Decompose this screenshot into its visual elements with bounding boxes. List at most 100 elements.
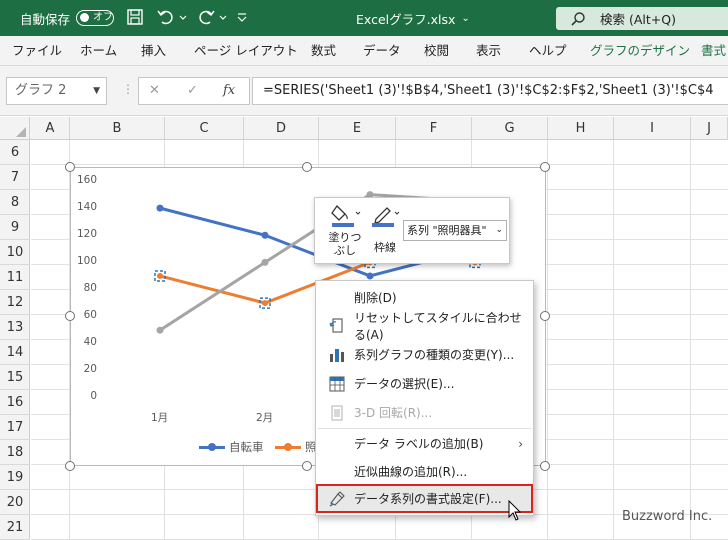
paint-bucket-icon	[331, 204, 361, 227]
data-point[interactable]	[366, 272, 374, 280]
data-point[interactable]	[262, 300, 268, 307]
col-header-e[interactable]: E	[319, 117, 396, 140]
outline-button[interactable]: 枠線	[367, 202, 403, 254]
row-header[interactable]: 21	[0, 515, 30, 540]
reset-style-icon	[329, 318, 343, 333]
menu-item-add-data-labels[interactable]: データ ラベルの追加(B) ›	[316, 429, 533, 458]
row-header[interactable]: 10	[0, 240, 30, 265]
menu-item-reset-style[interactable]: リセットしてスタイルに合わせる(A)	[316, 311, 533, 342]
resize-handle[interactable]	[65, 311, 75, 321]
watermark: Buzzword Inc.	[622, 509, 713, 524]
row-header[interactable]: 19	[0, 465, 30, 490]
col-header-c[interactable]: C	[165, 117, 244, 140]
row-header[interactable]: 15	[0, 365, 30, 390]
tab-review[interactable]: 校閲	[424, 36, 449, 66]
data-point[interactable]	[156, 326, 164, 334]
resize-handle[interactable]	[302, 461, 312, 471]
undo-icon[interactable]	[156, 8, 176, 26]
rotate-3d-icon	[331, 405, 343, 421]
file-name[interactable]: Excelグラフ.xlsx ⌄	[356, 0, 470, 36]
row-headers: 6 7 8 9 10 11 12 13 14 15 16 17 18 19 20…	[0, 140, 30, 540]
search-placeholder: 検索 (Alt+Q)	[600, 12, 676, 27]
col-header-g[interactable]: G	[472, 117, 548, 140]
resize-handle[interactable]	[540, 162, 550, 172]
mini-toolbar: 塗りつ ぶし 枠線 系列 "照明器具" ⌄	[314, 197, 510, 264]
legend-entry[interactable]: 照	[275, 439, 317, 455]
col-header-d[interactable]: D	[244, 117, 319, 140]
row-header[interactable]: 17	[0, 415, 30, 440]
select-all-button[interactable]	[0, 117, 30, 140]
tab-formulas[interactable]: 数式	[311, 36, 336, 66]
row-header[interactable]: 8	[0, 190, 30, 215]
tab-insert[interactable]: 挿入	[141, 36, 166, 66]
name-box-value: グラフ 2	[15, 83, 67, 98]
fill-button[interactable]: 塗りつ ぶし	[323, 202, 367, 257]
customize-icon[interactable]	[236, 8, 248, 26]
resize-handle[interactable]	[540, 461, 550, 471]
autosave-label: 自動保存	[20, 11, 71, 27]
resize-handle[interactable]	[302, 162, 312, 172]
tab-view[interactable]: 表示	[476, 36, 501, 66]
data-point[interactable]	[156, 204, 164, 212]
row-header[interactable]: 12	[0, 290, 30, 315]
fill-label-line2: ぶし	[334, 244, 356, 257]
row-header[interactable]: 9	[0, 215, 30, 240]
file-name-dropdown-icon: ⌄	[461, 12, 470, 24]
col-header-h[interactable]: H	[548, 117, 614, 140]
col-header-j[interactable]: J	[691, 117, 728, 140]
tab-page-layout[interactable]: ページ レイアウト	[194, 36, 298, 66]
data-point[interactable]	[261, 231, 269, 239]
pen-icon	[372, 207, 400, 227]
row-header[interactable]: 13	[0, 315, 30, 340]
row-header[interactable]: 6	[0, 140, 30, 165]
menu-item-add-trendline[interactable]: 近似曲線の追加(R)...	[316, 457, 533, 486]
legend-marker	[275, 442, 301, 451]
autosave-toggle[interactable]: オフ	[76, 10, 114, 26]
col-header-i[interactable]: I	[614, 117, 691, 140]
data-point[interactable]	[261, 258, 269, 266]
data-point[interactable]	[157, 272, 163, 279]
search-icon	[571, 11, 585, 26]
formula-input[interactable]: =SERIES('Sheet1 (3)'!$B$4,'Sheet1 (3)'!$…	[252, 77, 728, 105]
col-header-b[interactable]: B	[70, 117, 165, 140]
row-header[interactable]: 7	[0, 165, 30, 190]
tab-format[interactable]: 書式	[701, 36, 726, 66]
menu-item-format-data-series[interactable]: データ系列の書式設定(F)...	[316, 484, 533, 513]
title-bar: 自動保存 オフ Excelグラフ.xlsx ⌄ 検索 (Alt+Q)	[0, 0, 728, 36]
menu-item-change-chart-type[interactable]: 系列グラフの種類の変更(Y)...	[316, 340, 533, 369]
ribbon-tabs: ファイル ホーム 挿入 ページ レイアウト 数式 データ 校閲 表示 ヘルプ グ…	[0, 36, 728, 66]
series-selector[interactable]: 系列 "照明器具" ⌄	[403, 220, 507, 241]
col-header-f[interactable]: F	[396, 117, 472, 140]
tab-help[interactable]: ヘルプ	[529, 36, 567, 66]
menu-item-select-data[interactable]: データの選択(E)...	[316, 369, 533, 398]
search-box[interactable]: 検索 (Alt+Q)	[556, 7, 728, 30]
mouse-pointer-icon	[508, 500, 522, 521]
row-header[interactable]: 14	[0, 340, 30, 365]
enter-icon[interactable]: ✓	[187, 83, 198, 98]
legend-marker	[199, 442, 225, 451]
formula-buttons: ✕ ✓ fx	[138, 77, 250, 105]
name-box[interactable]: グラフ 2 ▼	[6, 77, 107, 105]
resize-handle[interactable]	[540, 311, 550, 321]
undo-dropdown-icon[interactable]	[178, 8, 188, 26]
row-header[interactable]: 20	[0, 490, 30, 515]
col-header-a[interactable]: A	[31, 117, 70, 140]
save-icon[interactable]	[126, 8, 144, 26]
name-box-dropdown-icon[interactable]: ▼	[93, 78, 100, 104]
legend-entry[interactable]: 自転車	[199, 439, 264, 455]
tab-home[interactable]: ホーム	[80, 36, 117, 66]
menu-item-label: データ ラベルの追加(B)	[354, 437, 484, 451]
resize-handle[interactable]	[65, 461, 75, 471]
more-dots-icon: ⋮	[122, 82, 134, 96]
cancel-icon[interactable]: ✕	[149, 83, 160, 98]
row-header[interactable]: 18	[0, 440, 30, 465]
insert-function-icon[interactable]: fx	[223, 83, 235, 98]
tab-data[interactable]: データ	[363, 36, 401, 66]
resize-handle[interactable]	[65, 162, 75, 172]
row-header[interactable]: 11	[0, 265, 30, 290]
row-header[interactable]: 16	[0, 390, 30, 415]
tab-file[interactable]: ファイル	[12, 36, 62, 66]
tab-chart-design[interactable]: グラフのデザイン	[590, 36, 690, 66]
redo-icon[interactable]	[196, 8, 216, 26]
redo-dropdown-icon[interactable]	[218, 8, 228, 26]
